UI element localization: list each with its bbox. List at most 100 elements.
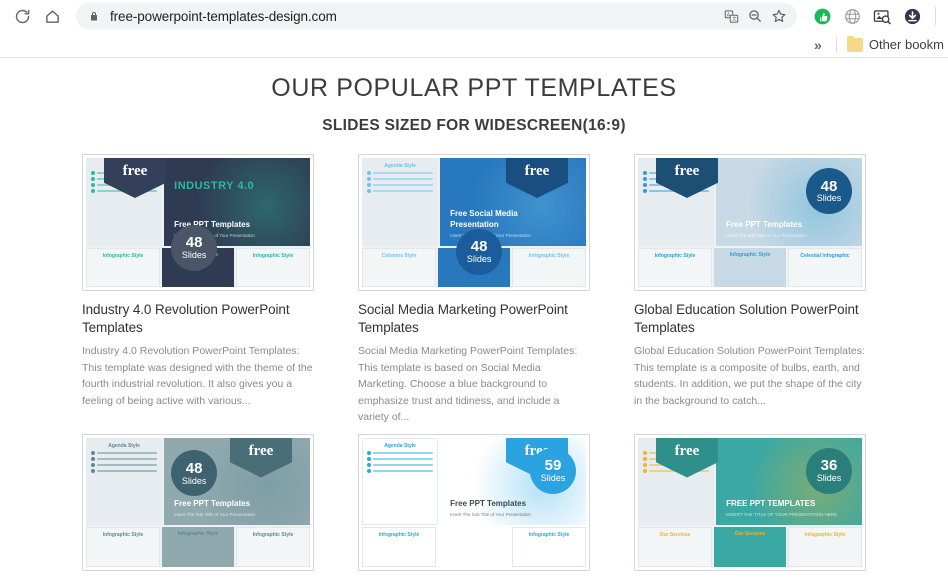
thumb-panel-label: Infographic Style xyxy=(252,252,294,259)
thumb-hero-subtitle: Insert The Sub Title of Your Presentatio… xyxy=(726,232,807,238)
thumb-hero-title: FREE PPT TEMPLATES xyxy=(726,499,816,509)
template-card[interactable]: Agenda Style Free PPT Templates Insert T… xyxy=(358,433,590,584)
bookmark-divider xyxy=(835,36,837,53)
thumb-panel-label: Our Services xyxy=(734,531,766,538)
template-thumbnail[interactable]: Agenda Style FREE PPT TEMPLATES INSERT T… xyxy=(634,433,866,571)
slides-count-badge: 48 Slides xyxy=(171,225,218,272)
lock-icon xyxy=(88,10,100,23)
extension-toolbar xyxy=(805,5,940,27)
zoom-out-button[interactable] xyxy=(743,4,767,28)
page-subtitle: SLIDES SIZED FOR WIDESCREEN(16:9) xyxy=(322,117,626,134)
thumb-panel-label: Infographic Style xyxy=(528,532,570,539)
template-card[interactable]: Agenda Style Free Social Media Presentat… xyxy=(358,154,590,426)
thumb-hero-title: Free PPT Templates xyxy=(726,219,803,229)
template-grid: Section Break Free PPT Templates Insert … xyxy=(0,154,948,583)
card-description: Social Media Marketing PowerPoint Templa… xyxy=(358,345,578,423)
thumb-hero-title: Free Social Media Presentation xyxy=(450,208,518,229)
extension-image-search[interactable] xyxy=(871,5,893,27)
thumb-panel-label: Infographic Style xyxy=(729,251,771,258)
home-button[interactable] xyxy=(38,2,66,30)
slides-count: 48 xyxy=(185,459,203,477)
template-thumbnail[interactable]: Agenda Style Free PPT Templates Insert T… xyxy=(82,433,314,571)
card-title[interactable]: Social Media Marketing PowerPoint Templa… xyxy=(358,301,590,337)
template-thumbnail[interactable]: Agenda Style Free PPT Templates Insert T… xyxy=(358,433,590,571)
template-card[interactable]: Agenda Style FREE PPT TEMPLATES INSERT T… xyxy=(634,433,866,584)
slides-count: 48 xyxy=(470,238,488,256)
thumb-hero-subtitle: INSERT THE TITLE OF YOUR PRESENTATION HE… xyxy=(726,512,838,518)
card-title[interactable]: Double Exposure Business PowerPoint Temp… xyxy=(82,581,314,584)
address-bar-url[interactable]: free-powerpoint-templates-design.com xyxy=(110,9,719,24)
bookmarks-bar: » Other bookm xyxy=(0,32,948,58)
extension-download[interactable] xyxy=(901,5,923,27)
thumb-panel-label: Agenda Style xyxy=(384,442,416,449)
thumb-hero-title: Free PPT Templates xyxy=(450,499,527,509)
download-extension-icon xyxy=(904,8,920,24)
thumb-panel-label: Agenda Style xyxy=(384,163,416,169)
slides-count: 59 xyxy=(544,457,562,475)
folder-icon xyxy=(846,35,863,52)
slides-count-badge: 48 Slides xyxy=(456,228,503,275)
browser-toolbar: free-powerpoint-templates-design.com A 文 xyxy=(0,0,948,32)
image-search-extension-icon xyxy=(873,9,891,24)
card-description: Industry 4.0 Revolution PowerPoint Templ… xyxy=(82,345,313,407)
reload-icon xyxy=(15,9,29,23)
slides-count-badge: 36 Slides xyxy=(806,447,852,494)
zoom-out-icon xyxy=(749,10,761,22)
reload-button[interactable] xyxy=(8,2,36,30)
card-title[interactable]: Creative Idea Bulb PowerPoint Template xyxy=(634,581,866,584)
translate-page-button[interactable]: A 文 xyxy=(719,4,743,28)
thumb-panel-label: Infographic Style xyxy=(453,531,495,538)
svg-text:文: 文 xyxy=(731,15,736,22)
thumb-panel-label: Columns Style xyxy=(381,252,417,259)
slides-count-badge: 48 Slides xyxy=(806,168,852,215)
template-card[interactable]: Section Break Free PPT Templates Insert … xyxy=(82,154,314,426)
thumb-hero-subtitle: Insert The Sub Title of Your Presentatio… xyxy=(450,512,531,518)
extension-green-thumb[interactable] xyxy=(811,5,833,27)
globe-extension-icon xyxy=(844,8,860,24)
other-bookmarks-button[interactable]: Other bookm xyxy=(843,35,948,54)
thumb-panel-label: Celestial Infographic xyxy=(800,252,850,259)
toolbar-divider xyxy=(935,7,936,25)
card-title[interactable]: Industry 4.0 Revolution PowerPoint Templ… xyxy=(82,301,314,337)
slides-count: 36 xyxy=(820,457,838,475)
slides-label: Slides xyxy=(466,254,492,265)
thumb-brand-text: INDUSTRY 4.0 xyxy=(174,180,255,192)
slides-count: 48 xyxy=(820,177,838,195)
thumb-hero-title: Free PPT Templates xyxy=(174,499,251,509)
bookmark-star-button[interactable] xyxy=(767,4,791,28)
thumb-panel-label: Infographic Style xyxy=(102,252,144,259)
slides-label: Slides xyxy=(181,250,207,261)
template-thumbnail[interactable]: Section Break Free PPT Templates Insert … xyxy=(82,154,314,291)
thumb-panel-label: Infographic Style xyxy=(252,532,294,539)
translate-icon: A 文 xyxy=(724,9,738,23)
thumb-panel-label: Infographic Style xyxy=(102,532,144,539)
thumb-hero-subtitle: Insert The Sub Title of Your Presentatio… xyxy=(174,512,255,518)
home-icon xyxy=(45,9,59,23)
page-title: OUR POPULAR PPT TEMPLATES xyxy=(271,74,677,102)
slides-label: Slides xyxy=(816,193,842,204)
bookmarks-overflow-button[interactable]: » xyxy=(806,38,830,52)
card-description: Global Education Solution PowerPoint Tem… xyxy=(634,345,865,407)
other-bookmarks-label: Other bookm xyxy=(868,37,944,52)
slides-count: 48 xyxy=(185,234,203,252)
template-thumbnail[interactable]: Agenda Style Free Social Media Presentat… xyxy=(358,154,590,291)
thumb-panel-label: Infographic Style xyxy=(378,532,420,539)
card-title[interactable]: Plant Dollar coins PowerPoint Templates xyxy=(358,581,590,584)
slides-label: Slides xyxy=(540,472,566,483)
extension-globe[interactable] xyxy=(841,5,863,27)
star-icon xyxy=(772,9,786,23)
slides-label: Slides xyxy=(181,475,207,486)
slides-label: Slides xyxy=(816,472,842,483)
thumb-panel-label: Infographic Style xyxy=(804,532,846,539)
thumb-panel-label: Infographic Style xyxy=(177,531,219,538)
thumb-panel-label: Our Services xyxy=(659,532,691,539)
thumb-panel-label: Infographic Style xyxy=(528,252,570,259)
page-content: OUR POPULAR PPT TEMPLATES SLIDES SIZED F… xyxy=(0,58,948,583)
template-card[interactable]: Agenda Style Free PPT Templates Insert T… xyxy=(82,433,314,584)
omnibox[interactable]: free-powerpoint-templates-design.com A 文 xyxy=(76,3,797,29)
thumb-panel-label: Infographic Style xyxy=(654,252,696,259)
template-card[interactable]: Agenda Style Free PPT Templates Insert T… xyxy=(634,154,866,426)
green-circle-extension-icon xyxy=(814,8,830,24)
card-title[interactable]: Global Education Solution PowerPoint Tem… xyxy=(634,301,866,337)
template-thumbnail[interactable]: Agenda Style Free PPT Templates Insert T… xyxy=(634,154,866,291)
